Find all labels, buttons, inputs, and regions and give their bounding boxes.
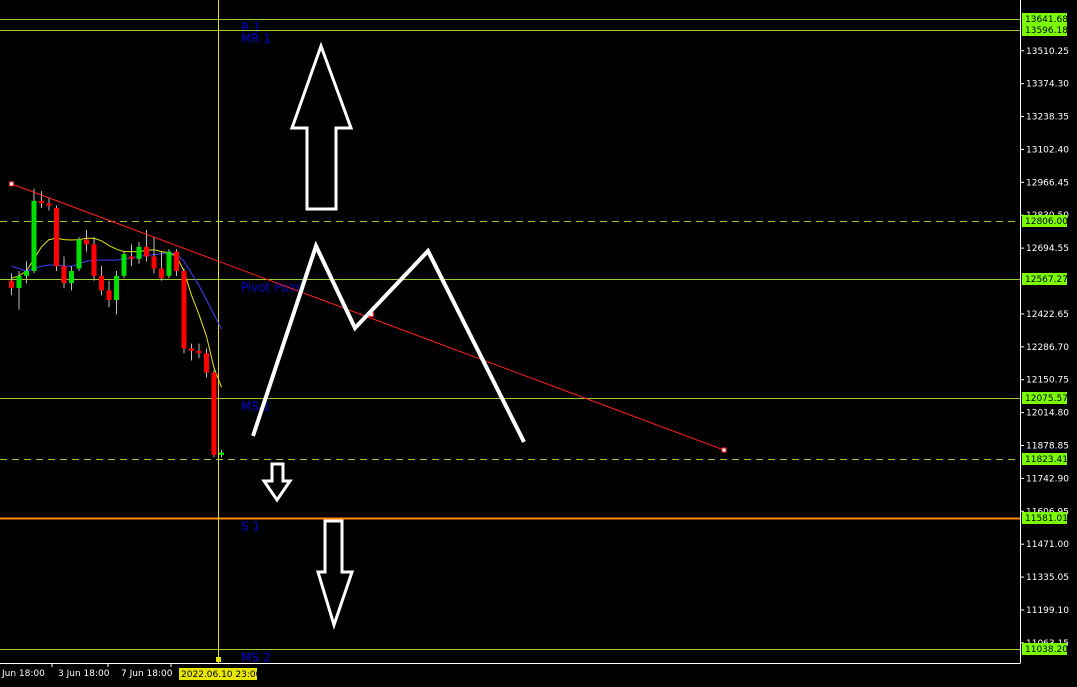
- price-tick-label: 12422.65: [1026, 310, 1069, 320]
- candle-bear: [151, 256, 157, 269]
- price-tick-label: 13238.35: [1026, 113, 1069, 123]
- candle-bear: [159, 268, 164, 279]
- level-label: Pivot Point: [241, 281, 304, 295]
- price-tick-label: 13374.30: [1026, 80, 1069, 90]
- candle-bear: [196, 350, 202, 354]
- candle-bear: [204, 353, 209, 373]
- candle-bull: [136, 246, 142, 259]
- candle-bear: [174, 251, 179, 272]
- candle-bear: [129, 256, 134, 259]
- price-badge-label: 11823.41: [1025, 455, 1068, 465]
- price-tick-label: 13102.40: [1026, 145, 1069, 155]
- candle-bull: [69, 271, 74, 284]
- candle-bear: [181, 271, 187, 349]
- candle-bear: [106, 290, 112, 301]
- candle-bull: [76, 239, 82, 269]
- price-badge-label: 11038.20: [1025, 645, 1068, 655]
- price-badge-label: 13596.18: [1025, 26, 1068, 36]
- chart-background: [0, 0, 1077, 687]
- price-tick-label: 12694.55: [1026, 244, 1069, 254]
- trend-line-handle[interactable]: [9, 181, 14, 187]
- candle-bear: [84, 239, 89, 245]
- price-tick-label: 11199.10: [1026, 606, 1069, 616]
- price-badge-label: 13641.68: [1025, 15, 1068, 25]
- price-badge-label: 12806.00: [1025, 217, 1068, 227]
- price-badge-label: 12567.27: [1025, 275, 1068, 285]
- candle-bear: [54, 208, 59, 267]
- candle-bear: [211, 372, 217, 455]
- price-tick-label: 13510.25: [1026, 47, 1069, 57]
- cursor-time-label: 2022.06.10 23:00: [181, 670, 262, 680]
- candle-bull: [166, 251, 172, 276]
- candle-bull: [114, 275, 119, 301]
- time-tick-label: 7 Jun 18:00: [121, 669, 173, 679]
- price-badge-label: 11581.01: [1025, 514, 1068, 524]
- time-tick-label: 3 Jun 18:00: [58, 669, 110, 679]
- candle-bear: [99, 275, 104, 291]
- candle-bear: [61, 266, 67, 284]
- candle-bull: [31, 200, 37, 272]
- price-tick-label: 11742.90: [1026, 474, 1069, 484]
- candle-bull: [219, 452, 224, 455]
- price-tick-label: 12014.80: [1026, 409, 1069, 419]
- candle-bear: [144, 246, 149, 257]
- level-label: S 1: [241, 520, 260, 534]
- price-tick-label: 11878.85: [1026, 442, 1069, 452]
- price-tick-label: 11471.00: [1026, 540, 1069, 550]
- candle-bear: [9, 280, 14, 288]
- candle-bear: [189, 348, 194, 351]
- cursor-marker: [216, 657, 221, 662]
- candle-bear: [91, 244, 97, 276]
- price-tick-label: 12286.70: [1026, 343, 1069, 353]
- candle-bear: [39, 200, 44, 204]
- level-label: MS 2: [241, 651, 270, 665]
- candle-bull: [24, 271, 29, 276]
- price-chart[interactable]: R 1MR 1Pivot PointMS 1S 1MS 2 13510.2513…: [0, 0, 1077, 687]
- candle-bull: [121, 254, 127, 276]
- price-tick-label: 12966.45: [1026, 178, 1069, 188]
- price-tick-label: 11335.05: [1026, 573, 1069, 583]
- time-tick-label: Jun 18:00: [1, 669, 45, 679]
- candle-bull: [16, 275, 22, 288]
- price-badge-label: 12075.57: [1025, 394, 1068, 404]
- candle-bear: [46, 203, 52, 206]
- trend-line-handle[interactable]: [721, 447, 727, 453]
- level-label: MR 1: [241, 32, 271, 46]
- price-tick-label: 12150.75: [1026, 376, 1069, 386]
